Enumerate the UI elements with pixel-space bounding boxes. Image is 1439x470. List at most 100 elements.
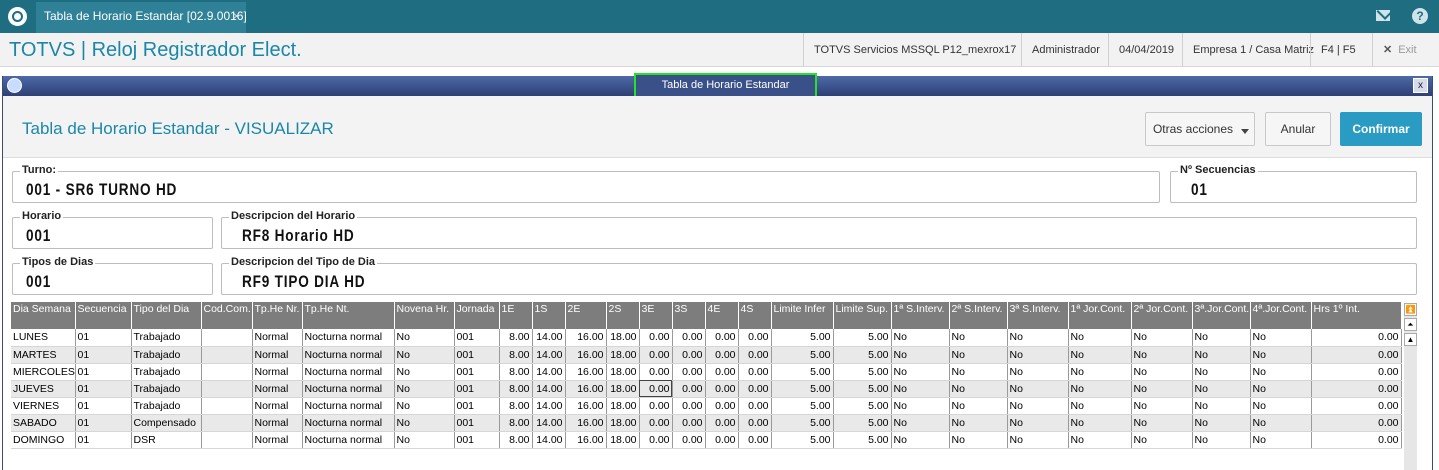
table-cell[interactable]: 01 (75, 329, 132, 347)
table-cell[interactable]: Normal (252, 329, 303, 347)
table-cell[interactable]: Trabajado (131, 380, 202, 398)
column-header[interactable]: 3E (639, 302, 673, 329)
table-cell[interactable]: MIERCOLES (11, 363, 76, 381)
table-cell[interactable]: No (1131, 414, 1193, 432)
table-cell[interactable]: 0.00 (639, 414, 673, 432)
table-cell[interactable]: No (891, 329, 950, 347)
table-row[interactable]: MARTES 01 Trabajado Normal Nocturna normal No… (11, 346, 1402, 364)
user-info[interactable]: Administrador (1021, 33, 1110, 67)
table-cell[interactable]: 001 (454, 414, 500, 432)
table-cell[interactable]: 18.00 (606, 329, 640, 347)
table-cell[interactable]: Trabajado (131, 329, 202, 347)
table-row[interactable]: VIERNES 01 Trabajado Normal Nocturna normal N… (11, 397, 1402, 415)
table-cell[interactable]: 18.00 (606, 397, 640, 415)
table-cell[interactable]: 0.00 (672, 329, 706, 347)
table-cell[interactable]: No (1250, 397, 1312, 415)
table-row[interactable]: JUEVES 01 Trabajado Normal Nocturna normal No… (11, 380, 1402, 398)
table-cell[interactable]: No (1007, 380, 1069, 398)
column-header[interactable]: 4ª.Jor.Cont. (1250, 302, 1312, 329)
table-cell[interactable]: 001 (454, 397, 500, 415)
table-cell[interactable] (201, 329, 253, 347)
table-cell[interactable]: Nocturna normal (302, 380, 395, 398)
table-cell[interactable]: DOMINGO (11, 431, 76, 449)
table-cell[interactable]: No (1250, 346, 1312, 364)
scroll-up-icon[interactable]: ▲ (1404, 333, 1417, 346)
table-cell[interactable]: 14.00 (532, 414, 566, 432)
descripcion-tipo-dia-field[interactable]: Descripcion del Tipo de Dia RF9 TIPO DIA… (221, 256, 1417, 295)
table-cell[interactable]: 0.00 (639, 363, 673, 381)
table-cell[interactable]: No (1250, 363, 1312, 381)
window-close-button[interactable]: x (1413, 78, 1428, 93)
table-cell[interactable]: Normal (252, 431, 303, 449)
table-cell[interactable]: 01 (75, 397, 132, 415)
table-cell[interactable] (201, 346, 253, 364)
table-cell[interactable]: 0.00 (738, 397, 772, 415)
table-cell[interactable]: 0.00 (672, 380, 706, 398)
column-header[interactable]: 3S (672, 302, 706, 329)
table-cell[interactable]: Nocturna normal (302, 329, 395, 347)
mail-icon[interactable] (1376, 10, 1390, 21)
table-cell[interactable]: 0.00 (705, 380, 739, 398)
table-cell[interactable]: 0.00 (1311, 380, 1402, 398)
table-cell[interactable]: No (1192, 363, 1251, 381)
table-cell[interactable]: No (1131, 363, 1193, 381)
table-cell[interactable]: No (949, 414, 1008, 432)
table-cell[interactable]: No (394, 431, 455, 449)
table-cell[interactable]: No (1068, 431, 1132, 449)
table-cell[interactable]: 18.00 (606, 363, 640, 381)
table-cell[interactable]: 18.00 (606, 380, 640, 398)
column-header[interactable]: 3ª S.Interv. (1007, 302, 1069, 329)
scroll-top-icon[interactable]: ⏫ (1404, 303, 1417, 316)
table-cell[interactable]: 16.00 (565, 414, 607, 432)
table-cell[interactable]: No (1068, 329, 1132, 347)
table-cell[interactable]: Normal (252, 363, 303, 381)
table-cell[interactable]: No (1250, 431, 1312, 449)
table-cell[interactable]: LUNES (11, 329, 76, 347)
table-cell[interactable]: 8.00 (499, 380, 533, 398)
table-cell[interactable]: No (1192, 431, 1251, 449)
table-cell[interactable]: 5.00 (833, 414, 892, 432)
table-cell[interactable]: Nocturna normal (302, 431, 395, 449)
table-cell[interactable]: No (891, 431, 950, 449)
table-cell[interactable]: No (1007, 363, 1069, 381)
table-cell[interactable]: 0.00 (672, 346, 706, 364)
table-cell[interactable]: Nocturna normal (302, 397, 395, 415)
column-header[interactable]: Secuencia (75, 302, 132, 329)
table-cell[interactable]: 0.00 (672, 397, 706, 415)
table-cell[interactable]: 0.00 (1311, 414, 1402, 432)
table-cell[interactable]: 0.00 (1311, 397, 1402, 415)
table-cell[interactable] (201, 414, 253, 432)
table-cell[interactable]: 5.00 (771, 414, 834, 432)
table-cell[interactable]: No (949, 363, 1008, 381)
table-cell[interactable]: No (1007, 346, 1069, 364)
table-cell[interactable]: 5.00 (771, 346, 834, 364)
anular-button[interactable]: Anular (1265, 112, 1331, 146)
vertical-scrollbar[interactable]: ⏫ ⏶ ▲ (1404, 303, 1417, 470)
table-cell[interactable]: 14.00 (532, 380, 566, 398)
table-cell[interactable]: 0.00 (1311, 329, 1402, 347)
table-cell[interactable]: 8.00 (499, 363, 533, 381)
table-cell[interactable]: No (891, 363, 950, 381)
table-cell[interactable]: 16.00 (565, 431, 607, 449)
table-cell[interactable] (201, 380, 253, 398)
column-header[interactable]: 2S (606, 302, 640, 329)
table-cell[interactable]: No (891, 414, 950, 432)
table-cell[interactable]: 5.00 (833, 397, 892, 415)
column-header[interactable]: Tp.He Nr. (252, 302, 303, 329)
table-cell[interactable]: No (891, 346, 950, 364)
table-cell[interactable]: Trabajado (131, 363, 202, 381)
column-header[interactable]: Limite Sup. (833, 302, 892, 329)
table-cell[interactable]: No (1131, 346, 1193, 364)
table-cell[interactable]: No (949, 329, 1008, 347)
tab-tabla-horario[interactable]: Tabla de Horario Estandar [02.9.0016] × (36, 2, 247, 33)
table-cell[interactable]: No (394, 414, 455, 432)
table-cell[interactable]: 5.00 (833, 346, 892, 364)
table-cell[interactable]: No (949, 431, 1008, 449)
table-cell[interactable]: 14.00 (532, 363, 566, 381)
table-cell[interactable]: 8.00 (499, 397, 533, 415)
table-row[interactable]: MIERCOLES 01 Trabajado Normal Nocturna norma… (11, 363, 1402, 381)
table-cell[interactable]: No (1007, 397, 1069, 415)
table-cell[interactable]: 16.00 (565, 363, 607, 381)
scroll-page-up-icon[interactable]: ⏶ (1404, 318, 1417, 331)
column-header[interactable]: Tipo del Dia (131, 302, 202, 329)
